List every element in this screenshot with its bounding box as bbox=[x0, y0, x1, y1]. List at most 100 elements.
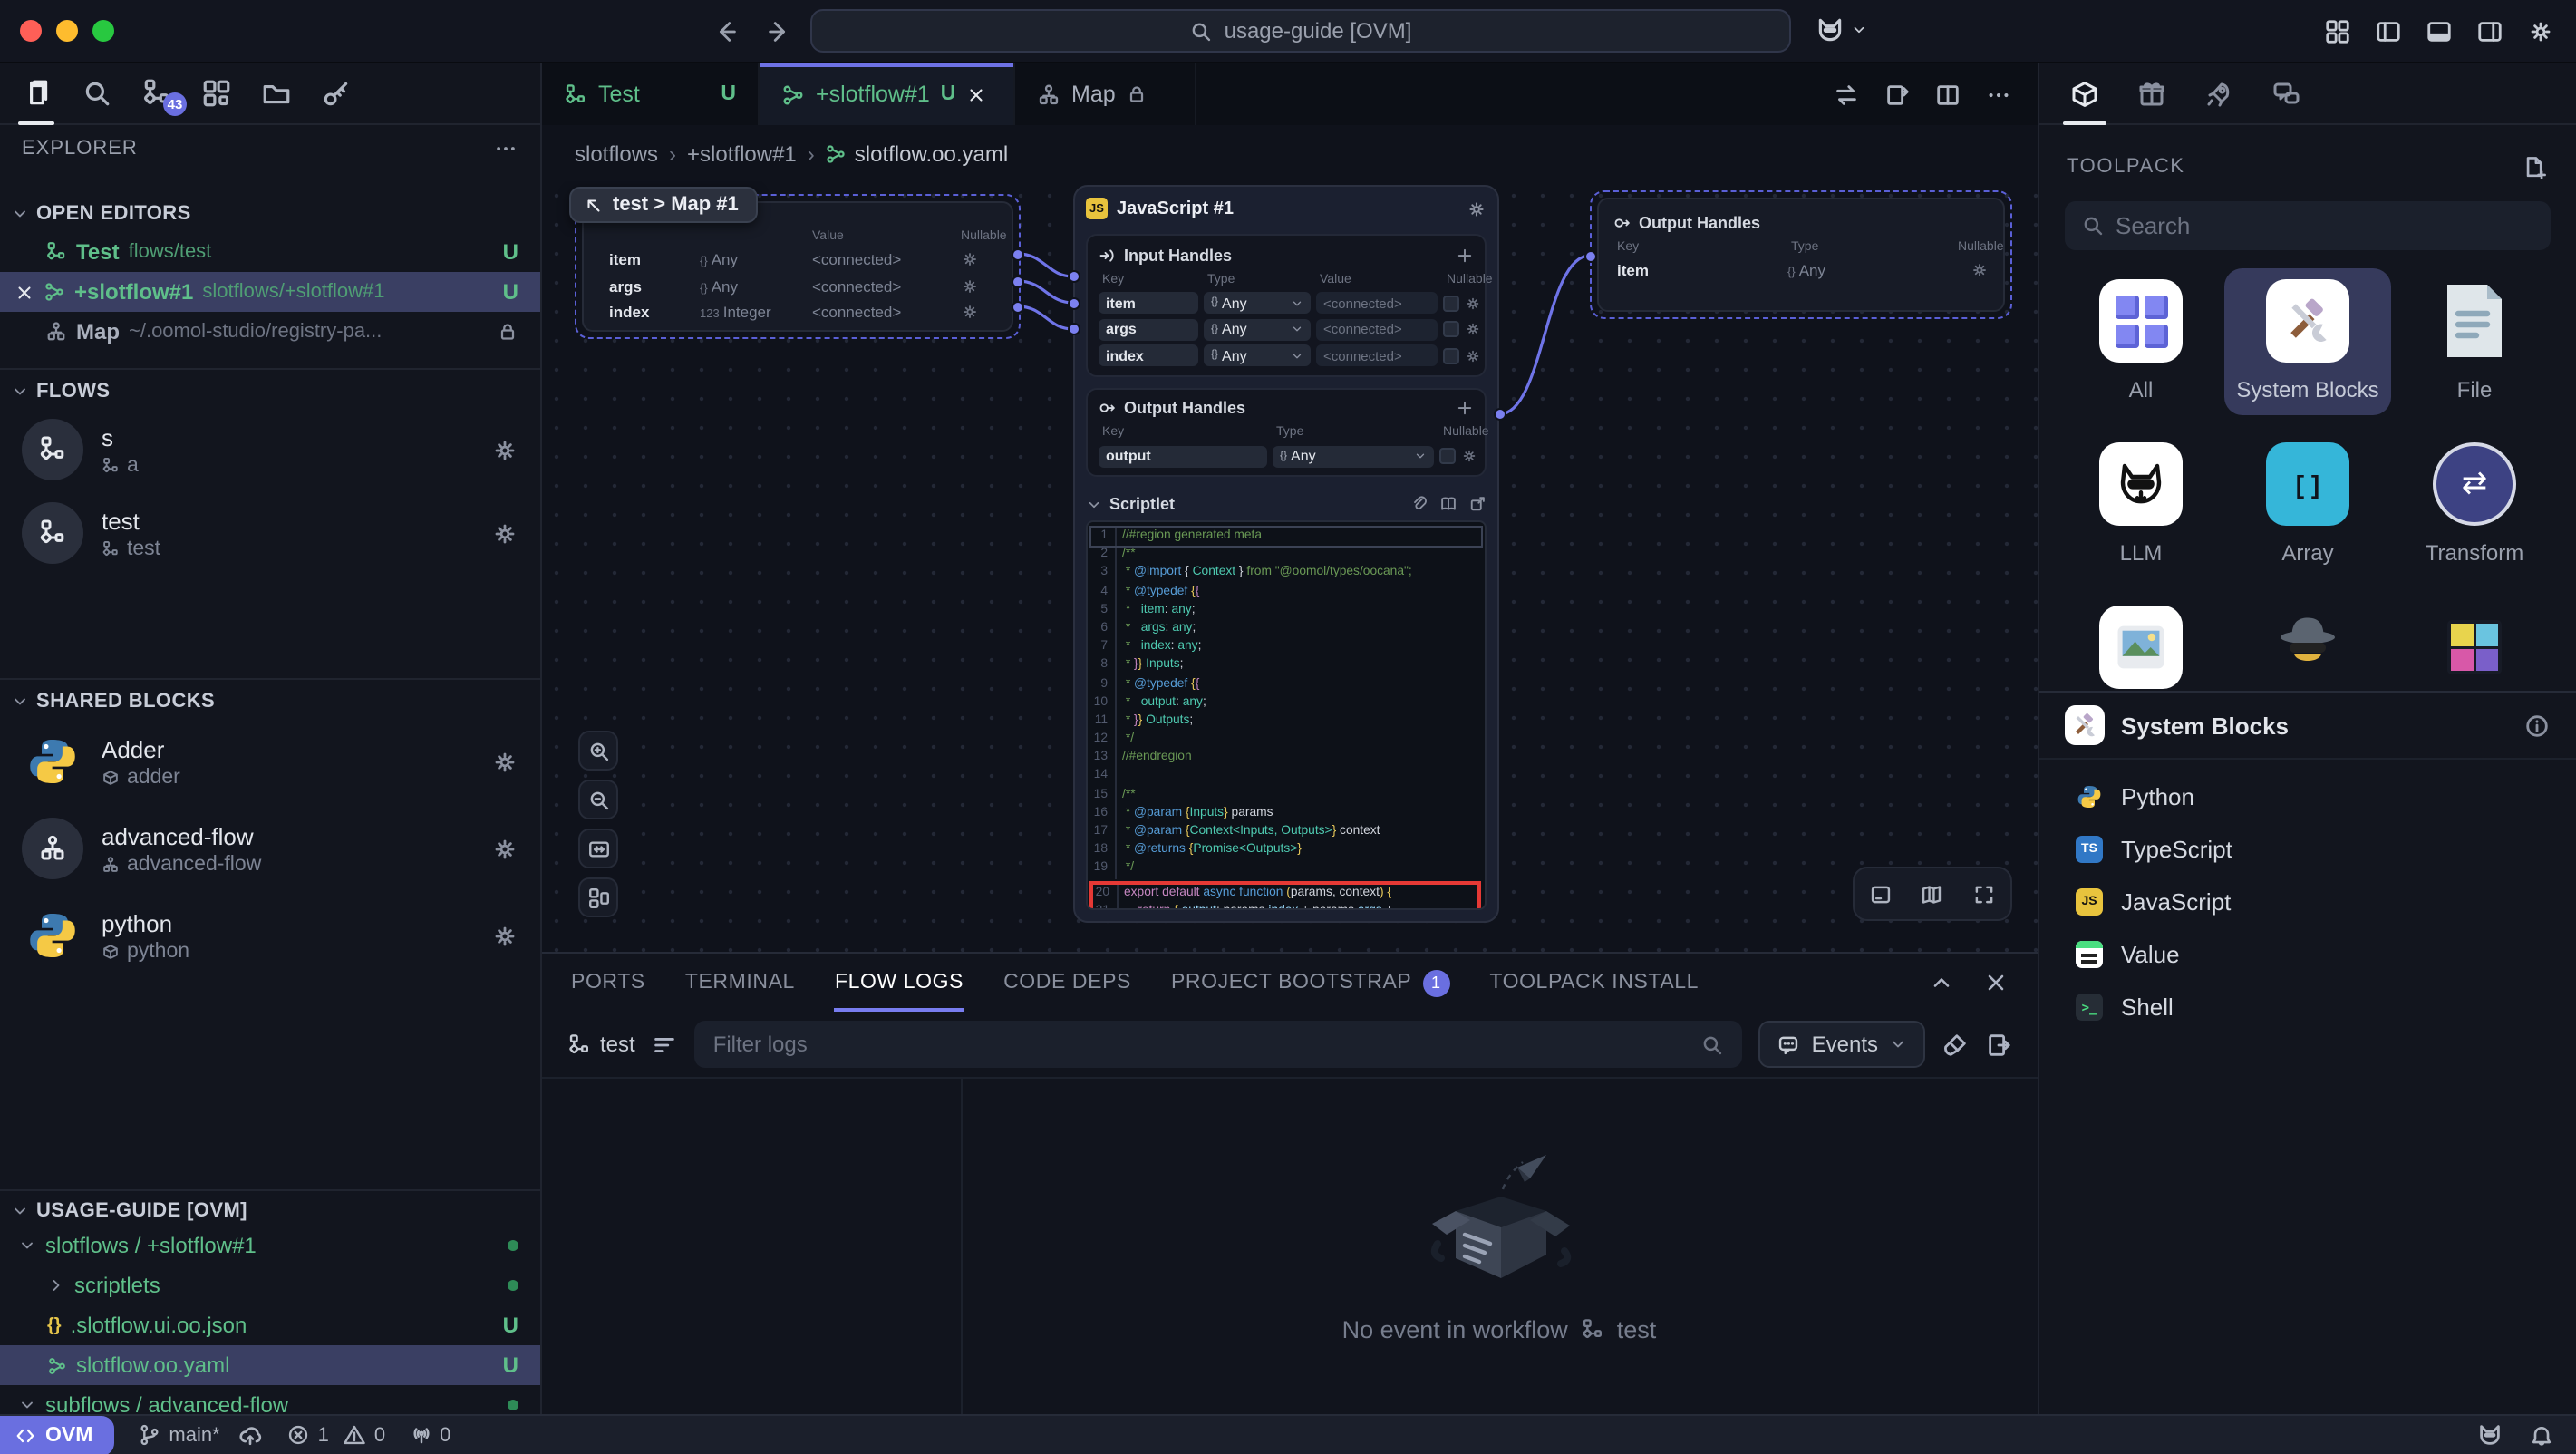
tab-deploy[interactable] bbox=[2201, 63, 2237, 124]
maximize-panel-icon[interactable] bbox=[1929, 970, 1954, 995]
workflow-selector[interactable]: test bbox=[567, 1032, 635, 1057]
settings-gear-icon[interactable] bbox=[2527, 17, 2554, 44]
block-python[interactable]: Python bbox=[2039, 771, 2576, 823]
minimap-icon[interactable] bbox=[1921, 882, 1944, 906]
key-input[interactable]: item bbox=[1099, 292, 1198, 314]
shared-block-adder[interactable]: Adder adder bbox=[0, 718, 540, 805]
tab-map[interactable]: Map bbox=[1015, 63, 1196, 125]
activity-search-button[interactable] bbox=[78, 63, 114, 124]
port-js-index[interactable] bbox=[1067, 323, 1080, 335]
breadcrumb[interactable]: slotflows › +slotflow#1 › slotflow.oo.ya… bbox=[542, 125, 2038, 181]
toolpack-all[interactable]: All bbox=[2058, 268, 2224, 415]
explorer-more-icon[interactable] bbox=[493, 136, 518, 161]
tab-toolpack-blocks[interactable] bbox=[2067, 63, 2103, 124]
key-input[interactable]: index bbox=[1099, 344, 1198, 366]
tree-item-scriptlets[interactable]: scriptlets bbox=[0, 1265, 540, 1305]
key-input[interactable]: output bbox=[1099, 445, 1267, 467]
type-select[interactable]: {}Any bbox=[1204, 318, 1311, 340]
toggle-secondary-sidebar-icon[interactable] bbox=[2476, 17, 2503, 44]
nullable-checkbox[interactable] bbox=[1443, 347, 1459, 364]
gear-icon[interactable] bbox=[1461, 448, 1477, 464]
log-level-filter-icon[interactable] bbox=[652, 1031, 679, 1058]
activity-blocks-button[interactable] bbox=[198, 63, 234, 124]
block-shell[interactable]: >_ Shell bbox=[2039, 981, 2576, 1033]
map-node-chip[interactable]: test > Map #1 bbox=[569, 187, 759, 223]
activity-explorer-button[interactable] bbox=[18, 63, 54, 124]
filter-logs-field[interactable] bbox=[695, 1021, 1743, 1068]
fullscreen-icon[interactable] bbox=[1972, 882, 1996, 906]
gear-icon[interactable] bbox=[961, 251, 979, 269]
nullable-checkbox[interactable] bbox=[1443, 295, 1459, 311]
open-editor-slotflow[interactable]: +slotflow#1 slotflows/+slotflow#1 U bbox=[0, 272, 540, 312]
activity-secrets-button[interactable] bbox=[317, 63, 353, 124]
toolpack-search-field[interactable] bbox=[2065, 201, 2551, 250]
project-tree-header[interactable]: USAGE-GUIDE [OVM] bbox=[0, 1189, 540, 1226]
activity-flows-button[interactable]: 43 bbox=[138, 63, 174, 124]
tab-code-deps[interactable]: CODE DEPS bbox=[1003, 954, 1131, 1012]
gear-icon[interactable] bbox=[961, 277, 979, 296]
port-map-args[interactable] bbox=[1012, 275, 1024, 287]
new-toolpack-icon[interactable] bbox=[2522, 153, 2549, 180]
gear-icon[interactable] bbox=[491, 436, 518, 463]
tree-item-slotflow-yaml[interactable]: slotflow.oo.yaml U bbox=[0, 1345, 540, 1385]
block-javascript[interactable]: JS JavaScript bbox=[2039, 876, 2576, 928]
close-icon[interactable] bbox=[15, 282, 34, 302]
shared-blocks-header[interactable]: SHARED BLOCKS bbox=[0, 678, 540, 718]
port-map-index[interactable] bbox=[1012, 300, 1024, 313]
open-changes-icon[interactable] bbox=[1884, 81, 1911, 108]
open-editors-header[interactable]: OPEN EDITORS bbox=[0, 196, 540, 232]
bell-icon[interactable] bbox=[2529, 1421, 2554, 1449]
gear-icon[interactable] bbox=[1465, 321, 1481, 337]
compare-changes-icon[interactable] bbox=[1833, 81, 1860, 108]
toolpack-array[interactable]: [ ] Array bbox=[2224, 431, 2391, 578]
port-output-item[interactable] bbox=[1583, 249, 1596, 262]
remote-indicator[interactable]: OVM bbox=[0, 1415, 114, 1454]
attach-icon[interactable] bbox=[1410, 495, 1428, 513]
customize-layout-icon[interactable] bbox=[2324, 17, 2351, 44]
type-select[interactable]: {}Any bbox=[1204, 344, 1311, 366]
toolpack-llm[interactable]: LLM bbox=[2058, 431, 2224, 578]
activity-folder-button[interactable] bbox=[257, 63, 294, 124]
open-external-icon[interactable] bbox=[1468, 495, 1487, 513]
cloud-upload-icon[interactable] bbox=[238, 1422, 264, 1448]
info-icon[interactable] bbox=[2523, 712, 2551, 739]
mascot-status-icon[interactable] bbox=[2476, 1421, 2503, 1449]
close-icon[interactable] bbox=[966, 84, 986, 104]
toolpack-file[interactable]: File bbox=[2391, 268, 2558, 415]
tab-test[interactable]: Test U bbox=[542, 63, 760, 125]
filter-logs-input[interactable] bbox=[713, 1032, 1701, 1057]
value-field[interactable]: <connected> bbox=[1316, 344, 1438, 366]
key-input[interactable]: args bbox=[1099, 318, 1198, 340]
gear-icon[interactable] bbox=[491, 835, 518, 862]
scriptlet-code-editor[interactable]: 1//#region generated meta2/**3 * @import… bbox=[1086, 520, 1487, 910]
close-window-button[interactable] bbox=[20, 20, 42, 42]
ports-status[interactable]: 0 bbox=[409, 1423, 450, 1447]
history-back-button[interactable] bbox=[712, 17, 740, 44]
gear-icon[interactable] bbox=[1465, 347, 1481, 364]
more-actions-icon[interactable] bbox=[1985, 81, 2012, 108]
toggle-sidebar-icon[interactable] bbox=[2375, 17, 2402, 44]
type-select[interactable]: {}Any bbox=[1204, 292, 1311, 314]
add-output-icon[interactable] bbox=[1456, 399, 1474, 417]
block-value[interactable]: Value bbox=[2039, 928, 2576, 981]
toolpack-system-blocks[interactable]: System Blocks bbox=[2224, 268, 2391, 415]
history-forward-button[interactable] bbox=[765, 17, 792, 44]
gear-icon[interactable] bbox=[961, 304, 979, 322]
problems-status[interactable]: 1 0 bbox=[287, 1423, 386, 1447]
gear-icon[interactable] bbox=[1971, 261, 1989, 279]
value-field[interactable]: <connected> bbox=[1316, 292, 1438, 314]
zoom-in-button[interactable] bbox=[578, 731, 618, 771]
events-dropdown[interactable]: Events bbox=[1759, 1021, 1925, 1068]
gear-icon[interactable] bbox=[1467, 199, 1487, 218]
port-js-item[interactable] bbox=[1067, 270, 1080, 283]
tab-marketplace[interactable] bbox=[2134, 63, 2170, 124]
port-js-output[interactable] bbox=[1493, 408, 1506, 421]
toggle-console-icon[interactable] bbox=[1869, 882, 1893, 906]
git-branch-status[interactable]: main* bbox=[138, 1422, 263, 1448]
mascot-menu-icon[interactable] bbox=[1815, 15, 1845, 45]
split-editor-icon[interactable] bbox=[1934, 81, 1961, 108]
clear-logs-icon[interactable] bbox=[1942, 1031, 1969, 1058]
gear-icon[interactable] bbox=[1465, 295, 1481, 311]
tab-terminal[interactable]: TERMINAL bbox=[685, 954, 795, 1012]
open-editor-map[interactable]: Map ~/.oomol-studio/registry-pa... bbox=[0, 312, 540, 352]
